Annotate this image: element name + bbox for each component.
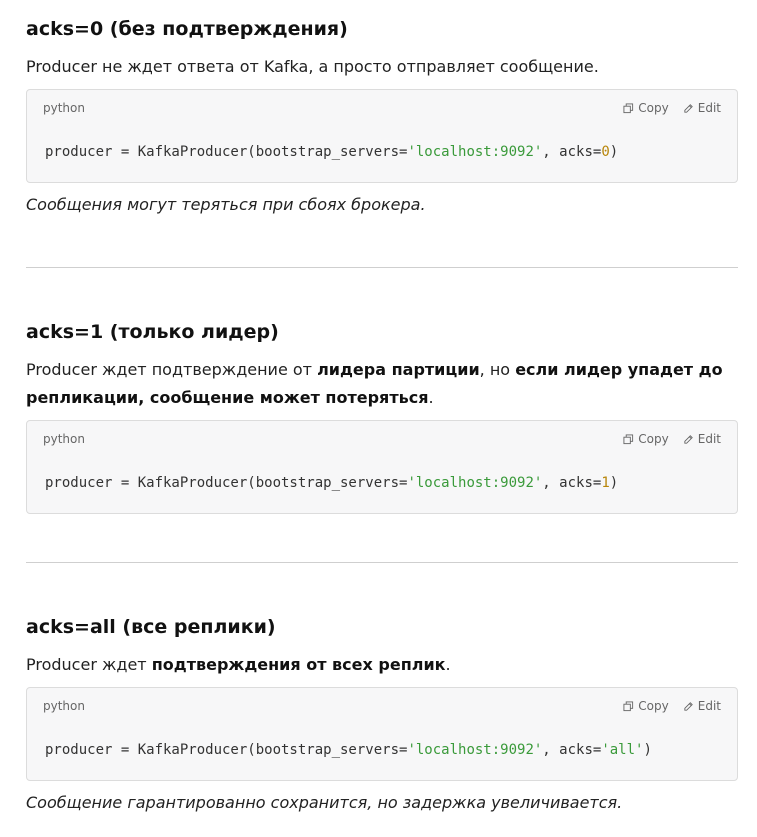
code-language-label: python <box>43 699 85 713</box>
section-text: Producer не ждет ответа от Kafka, а прос… <box>26 57 599 76</box>
copy-icon <box>623 700 634 711</box>
code-block: python Copy Edit producer = KafkaProduce… <box>26 89 738 183</box>
copy-icon <box>623 433 634 444</box>
section-note: Сообщения могут теряться при сбоях броке… <box>26 195 426 214</box>
copy-icon <box>623 102 634 113</box>
edit-button[interactable]: Edit <box>683 432 721 446</box>
copy-label: Copy <box>638 101 669 115</box>
edit-icon <box>684 103 693 113</box>
edit-icon <box>684 701 693 711</box>
divider <box>26 267 738 268</box>
code-line: producer = KafkaProducer(bootstrap_serve… <box>45 475 619 491</box>
edit-label: Edit <box>697 699 721 713</box>
code-block: python Copy Edit producer = KafkaProduce… <box>26 687 738 781</box>
divider <box>26 562 738 563</box>
section-text: Producer ждет подтверждение от лидера па… <box>26 360 723 407</box>
edit-label: Edit <box>697 432 721 446</box>
section-text: Producer ждет подтверждения от всех репл… <box>26 655 451 674</box>
edit-label: Edit <box>697 101 721 115</box>
copy-label: Copy <box>638 432 669 446</box>
copy-button[interactable]: Copy <box>623 101 669 115</box>
code-block: python Copy Edit producer = KafkaProduce… <box>26 420 738 514</box>
section-heading-acks-1: acks=1 (только лидер) <box>26 321 279 343</box>
code-line: producer = KafkaProducer(bootstrap_serve… <box>45 742 652 758</box>
code-line: producer = KafkaProducer(bootstrap_serve… <box>45 144 619 160</box>
edit-icon <box>684 434 693 444</box>
edit-button[interactable]: Edit <box>683 101 721 115</box>
copy-label: Copy <box>638 699 669 713</box>
code-language-label: python <box>43 432 85 446</box>
section-heading-acks-0: acks=0 (без подтверждения) <box>26 18 348 40</box>
edit-button[interactable]: Edit <box>683 699 721 713</box>
section-note: Сообщение гарантированно сохранится, но … <box>26 793 623 812</box>
copy-button[interactable]: Copy <box>623 699 669 713</box>
section-heading-acks-all: acks=all (все реплики) <box>26 616 276 638</box>
code-language-label: python <box>43 101 85 115</box>
copy-button[interactable]: Copy <box>623 432 669 446</box>
